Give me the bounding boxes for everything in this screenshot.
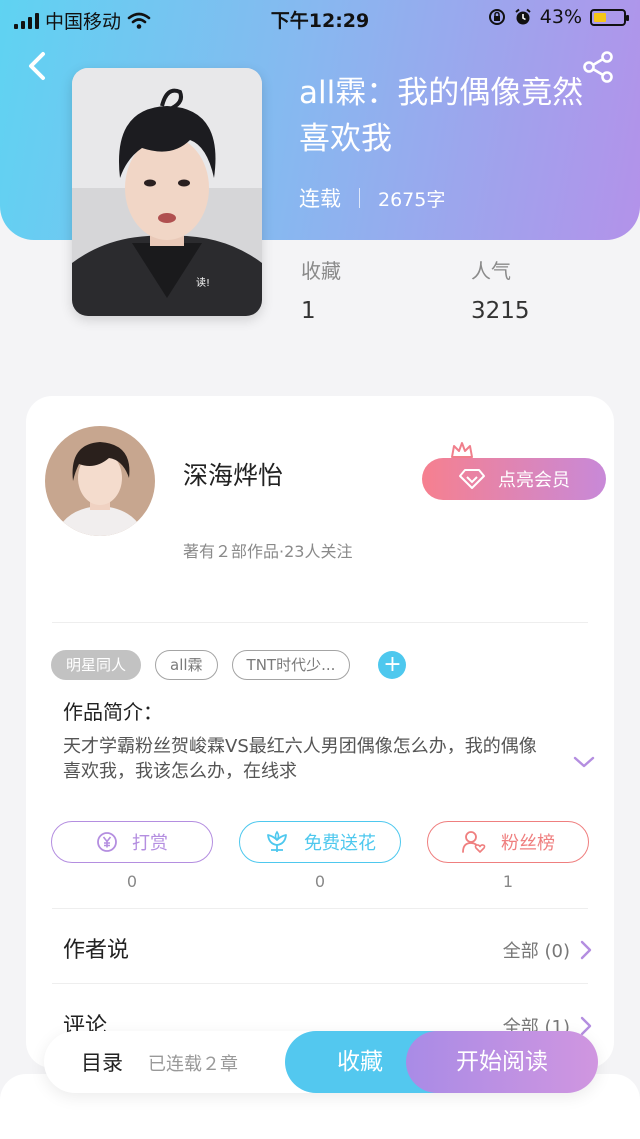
author-name[interactable]: 深海烨怡 — [183, 456, 283, 492]
battery-icon — [590, 8, 629, 26]
yen-coin-icon — [97, 832, 117, 852]
chevron-right-icon — [580, 940, 592, 960]
cover-portrait: 读! — [72, 68, 262, 316]
status-bar: 中国移动 下午12:29 43% — [0, 0, 640, 36]
action-label: 免费送花 — [304, 833, 376, 854]
book-title: all霖：我的偶像竟然喜欢我 — [299, 75, 584, 157]
vip-member-button[interactable]: 点亮会员 — [422, 458, 606, 500]
fan-count: 1 — [502, 872, 514, 891]
send-flower-button[interactable]: 免费送花 — [239, 821, 401, 863]
chevron-right-icon — [580, 1016, 592, 1036]
bottom-action-bar: 目录 已连载２章 收藏 开始阅读 — [44, 1031, 598, 1093]
action-label: 粉丝榜 — [501, 833, 555, 854]
toc-button[interactable]: 目录 — [81, 1047, 123, 1077]
serial-status: 连载 — [299, 187, 341, 211]
author-says-title: 作者说 — [63, 938, 130, 963]
diamond-icon — [459, 469, 485, 489]
tag-chip[interactable]: all霖 — [155, 650, 218, 680]
author-says-count: 全部 (0) — [502, 941, 570, 962]
word-count: 2675字 — [378, 188, 446, 211]
crown-icon — [451, 442, 473, 458]
divider — [52, 983, 588, 984]
stat-value: 3215 — [471, 298, 530, 324]
intro-text: 天才学霸粉丝贺峻霖VS最红六人男团偶像怎么办，我的偶像喜欢我，我该怎么办，在线求 — [63, 736, 537, 782]
reward-button[interactable]: 打赏 — [51, 821, 213, 863]
fan-user-icon — [462, 831, 486, 853]
svg-text:读!: 读! — [196, 276, 210, 289]
fan-ranking-button[interactable]: 粉丝榜 — [427, 821, 589, 863]
chevron-down-icon[interactable] — [572, 754, 596, 770]
stat-label: 收藏 — [301, 259, 341, 283]
vip-label: 点亮会员 — [498, 470, 570, 491]
battery-level — [594, 12, 606, 22]
battery-percent: 43% — [539, 6, 582, 28]
orientation-lock-icon — [488, 9, 505, 25]
stat-favorites: 收藏 1 — [301, 255, 341, 324]
flower-count: 0 — [314, 872, 326, 891]
author-says-all-link[interactable]: 全部 (0) — [503, 937, 592, 963]
author-avatar[interactable] — [45, 426, 155, 536]
status-right: 43% — [488, 6, 629, 28]
author-works-followers: 著有２部作品·23人关注 — [183, 542, 353, 561]
book-detail-card: 深海烨怡 著有２部作品·23人关注 点亮会员 明星同人 all霖 TNT时代少.… — [26, 396, 614, 1068]
alarm-icon — [515, 8, 531, 25]
tag-chip[interactable]: TNT时代少... — [231, 650, 351, 680]
divider — [52, 908, 588, 909]
intro-heading: 作品简介： — [63, 700, 163, 724]
flower-icon — [267, 830, 287, 852]
stat-value: 1 — [301, 298, 316, 324]
avatar-portrait — [45, 426, 155, 536]
reward-count: 0 — [126, 872, 138, 891]
chapter-status: 已连载２章 — [148, 1054, 238, 1075]
stat-popularity: 人气 3215 — [471, 255, 530, 324]
action-label: 打赏 — [132, 833, 168, 854]
book-meta: 连载 2675字 — [299, 183, 445, 213]
tag-chip[interactable]: 明星同人 — [51, 650, 142, 680]
meta-divider — [359, 188, 360, 208]
start-reading-button[interactable]: 开始阅读 — [406, 1031, 598, 1093]
stat-label: 人气 — [471, 259, 511, 283]
back-arrow-icon[interactable] — [22, 48, 52, 84]
tag-list: 明星同人 all霖 TNT时代少... + — [51, 650, 407, 680]
book-cover[interactable]: 读! — [72, 68, 262, 316]
divider — [52, 622, 588, 623]
add-tag-button[interactable]: + — [378, 651, 407, 679]
